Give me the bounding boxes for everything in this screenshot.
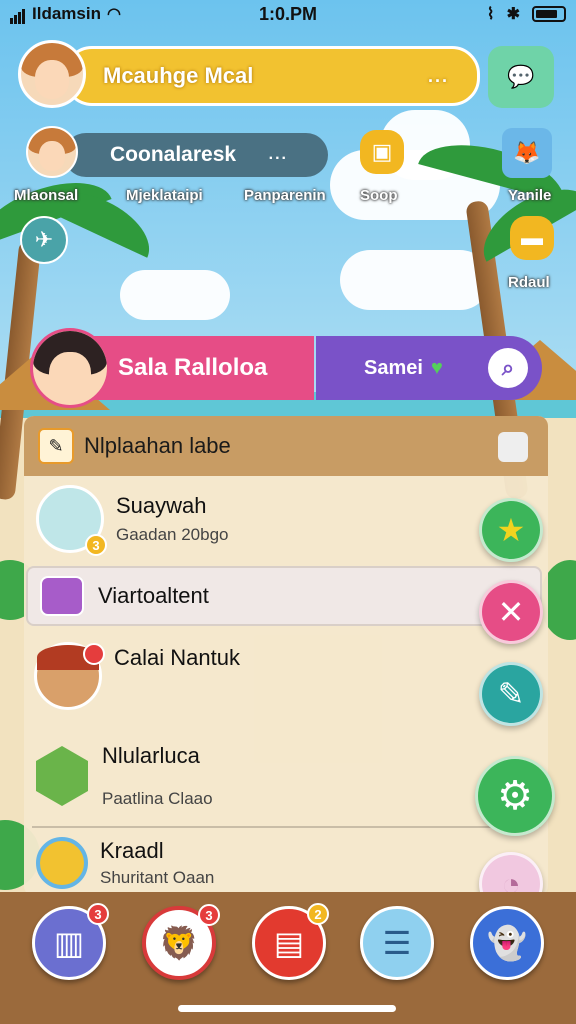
profile-bar-title: Mcauhge Mcal <box>103 63 254 88</box>
notification-dot <box>83 643 105 665</box>
second-menu-button[interactable]: ... <box>269 146 288 164</box>
list-item[interactable]: 3 Suaywah Gaadan 20bgo <box>24 476 548 562</box>
media-icon <box>40 576 84 616</box>
user-avatar[interactable] <box>18 40 86 108</box>
settings-button[interactable]: ⚙ <box>475 756 555 836</box>
profile-card-name: Sala Ralloloa <box>118 354 268 381</box>
second-bar[interactable]: Coonalaresk ... <box>64 133 328 177</box>
profile-bar[interactable]: Mcauhge Mcal ... <box>64 46 480 106</box>
lion-icon[interactable]: 🦁 3 <box>142 904 220 980</box>
star-button[interactable]: ★ <box>479 498 543 562</box>
search-icon[interactable]: ⌕ <box>488 348 528 388</box>
item-badge: 3 <box>85 534 107 556</box>
list-panel: ✎ Nlplaahan labe 3 Suaywah Gaadan 20bgo … <box>24 416 548 896</box>
edit-button[interactable]: ✎ <box>479 662 543 726</box>
map-icon[interactable]: ▥ 3 <box>32 903 109 980</box>
map-pin-icon <box>36 837 88 889</box>
ghost-icon[interactable]: 👻 <box>470 906 544 980</box>
home-indicator[interactable] <box>178 1005 396 1012</box>
pirate-avatar-icon <box>34 642 105 710</box>
item-title: Viartoaltent <box>98 583 209 608</box>
top-label-6[interactable]: Rdaul <box>508 274 550 291</box>
item-subtitle: Gaadan 20bgo <box>116 525 229 544</box>
save-button[interactable]: Samei ♥ ⌕ <box>316 336 542 400</box>
top-label-1[interactable]: Mlaonsal <box>14 187 78 204</box>
cube-icon[interactable] <box>498 432 528 462</box>
bluetooth-icon: ✱ <box>506 6 520 23</box>
top-label-4[interactable]: Soop <box>360 187 398 204</box>
bear-avatar-icon: 3 <box>36 485 107 556</box>
panel-header: ✎ Nlplaahan labe <box>24 416 548 476</box>
list-item[interactable]: Calai Nantuk <box>24 626 548 726</box>
card-avatar[interactable] <box>30 328 110 408</box>
top-label-5[interactable]: Yanile <box>508 187 551 204</box>
item-subtitle: Paatlina Claao <box>102 789 213 808</box>
book-icon <box>36 746 88 806</box>
fox-icon[interactable]: 🦊 <box>502 128 552 178</box>
chat-icon[interactable]: ☰ <box>360 906 434 980</box>
top-label-2[interactable]: Mjeklataipi <box>126 187 203 204</box>
friend-avatar[interactable] <box>26 126 78 178</box>
item-title: Suaywah <box>116 493 207 518</box>
close-button[interactable]: ✕ <box>479 580 543 644</box>
nav-badge: 3 <box>87 903 109 925</box>
shop-icon[interactable]: ▤ 2 <box>252 903 329 980</box>
top-label-3[interactable]: Panparenin <box>244 187 326 204</box>
vibrate-icon: ⌇ <box>486 6 495 23</box>
item-title: Calai Nantuk <box>114 645 240 670</box>
notes-icon: ✎ <box>38 428 74 464</box>
second-bar-title: Coonalaresk <box>110 143 237 166</box>
heart-check-icon: ♥ <box>430 356 443 379</box>
ticket-icon[interactable]: ▬ <box>510 216 554 260</box>
item-subtitle: Shuritant Oaan <box>100 868 215 887</box>
nav-badge: 3 <box>198 904 220 926</box>
list-item-highlighted[interactable]: Viartoaltent ◇ <box>26 566 542 626</box>
save-button-label: Samei <box>364 356 423 379</box>
battery-icon <box>532 6 566 22</box>
shop-bag-icon[interactable]: ▣ <box>360 130 404 174</box>
status-bar: Ildamsin ◠ 1:0.PM ⌇ ✱ <box>0 0 576 30</box>
item-title: Nlularluca <box>102 743 200 768</box>
panel-title: Nlplaahan labe <box>84 433 231 458</box>
airplane-icon[interactable]: ✈ <box>20 216 68 264</box>
chat-bubble-icon[interactable]: 💬 <box>488 46 554 108</box>
profile-menu-button[interactable]: ... <box>428 66 449 87</box>
nav-badge: 2 <box>307 903 329 925</box>
list-item[interactable]: Nlularluca Paatlina Claao <box>24 726 548 826</box>
list-item[interactable]: Kraadl Shuritant Oaan <box>24 828 548 896</box>
item-title: Kraadl <box>100 838 164 863</box>
